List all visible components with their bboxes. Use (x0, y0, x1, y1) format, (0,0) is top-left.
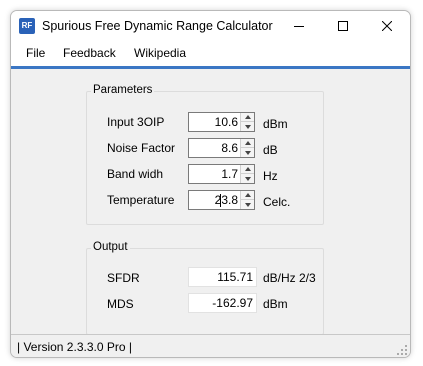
input-3oip-down-button[interactable] (241, 122, 254, 131)
title-bar[interactable]: RF Spurious Free Dynamic Range Calculato… (11, 11, 410, 41)
close-button[interactable] (365, 11, 409, 41)
temperature-arrows (240, 191, 254, 209)
input-3oip-value: 10.6 (214, 115, 238, 129)
noise-factor-down-button[interactable] (241, 148, 254, 157)
parameters-group: Parameters Input 3OIP 10.6 dBm Noise Fac… (86, 84, 324, 225)
close-icon (382, 21, 392, 31)
band-width-value: 1.7 (221, 167, 238, 181)
minimize-icon (294, 26, 304, 27)
band-width-label: Band widh (107, 167, 164, 181)
mds-output: -162.97 (188, 293, 257, 313)
status-bar: | Version 2.3.3.0 Pro | (11, 334, 410, 357)
resize-grip-icon[interactable] (397, 345, 407, 355)
temperature-up-button[interactable] (241, 191, 254, 200)
input-3oip-unit: dBm (263, 117, 288, 131)
menu-feedback[interactable]: Feedback (63, 46, 116, 60)
mds-value: -162.97 (212, 296, 253, 310)
arrow-up-icon (244, 115, 251, 119)
main-content: Parameters Input 3OIP 10.6 dBm Noise Fac… (11, 69, 410, 335)
noise-factor-arrows (240, 139, 254, 157)
noise-factor-label: Noise Factor (107, 141, 176, 155)
band-width-down-button[interactable] (241, 174, 254, 183)
arrow-down-icon (244, 124, 251, 129)
menu-wikipedia[interactable]: Wikipedia (134, 46, 186, 60)
input-3oip-up-button[interactable] (241, 113, 254, 122)
output-group: Output SFDR 115.71 dB/Hz 2/3 MDS -162.97… (86, 241, 324, 335)
input-3oip-spinner[interactable]: 10.6 (188, 112, 255, 132)
maximize-icon (338, 21, 348, 31)
menu-bar: File Feedback Wikipedia (11, 41, 410, 69)
menu-file[interactable]: File (26, 46, 45, 60)
sfdr-label: SFDR (107, 271, 140, 285)
band-width-arrows (240, 165, 254, 183)
band-width-spinner[interactable]: 1.7 (188, 164, 255, 184)
band-width-unit: Hz (263, 169, 278, 183)
maximize-button[interactable] (321, 11, 365, 41)
output-group-title: Output (91, 241, 130, 253)
minimize-button[interactable] (277, 11, 321, 41)
noise-factor-value: 8.6 (221, 141, 238, 155)
mds-label: MDS (107, 297, 134, 311)
sfdr-value: 115.71 (217, 270, 253, 284)
input-3oip-arrows (240, 113, 254, 131)
noise-factor-spinner[interactable]: 8.6 (188, 138, 255, 158)
version-status: | Version 2.3.3.0 Pro | (17, 340, 132, 354)
arrow-down-icon (244, 202, 251, 207)
arrow-up-icon (244, 167, 251, 171)
arrow-up-icon (244, 193, 251, 197)
mds-unit: dBm (263, 297, 288, 311)
noise-factor-up-button[interactable] (241, 139, 254, 148)
arrow-down-icon (244, 176, 251, 181)
noise-factor-unit: dB (263, 143, 278, 157)
sfdr-output: 115.71 (188, 267, 257, 287)
temperature-unit: Celc. (263, 195, 291, 209)
input-3oip-label: Input 3OIP (107, 115, 165, 129)
temperature-label: Temperature (107, 193, 175, 207)
temperature-value: 23.8 (214, 193, 238, 207)
window-title: Spurious Free Dynamic Range Calculator (42, 19, 273, 33)
sfdr-unit: dB/Hz 2/3 (263, 271, 316, 285)
app-window: RF Spurious Free Dynamic Range Calculato… (10, 10, 411, 358)
parameters-group-title: Parameters (91, 84, 155, 96)
temperature-spinner[interactable]: 23.8 (188, 190, 255, 210)
arrow-up-icon (244, 141, 251, 145)
app-icon: RF (19, 18, 35, 34)
arrow-down-icon (244, 150, 251, 155)
temperature-down-button[interactable] (241, 200, 254, 209)
band-width-up-button[interactable] (241, 165, 254, 174)
